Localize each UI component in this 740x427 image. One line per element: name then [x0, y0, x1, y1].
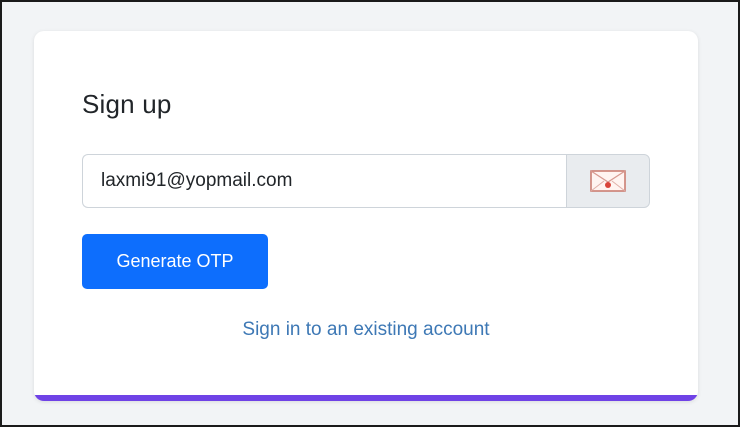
- envelope-icon: [590, 170, 626, 192]
- screenshot-frame: Sign up Generate OTP Sign in to an exist…: [0, 0, 740, 427]
- email-addon: [566, 154, 650, 208]
- signin-existing-account-link[interactable]: Sign in to an existing account: [34, 319, 698, 341]
- signup-card: Sign up Generate OTP Sign in to an exist…: [34, 31, 698, 401]
- generate-otp-button[interactable]: Generate OTP: [82, 234, 268, 289]
- page-title: Sign up: [82, 89, 172, 119]
- email-input-group: [82, 154, 650, 208]
- email-field[interactable]: [82, 154, 566, 208]
- card-accent-bar: [34, 395, 698, 401]
